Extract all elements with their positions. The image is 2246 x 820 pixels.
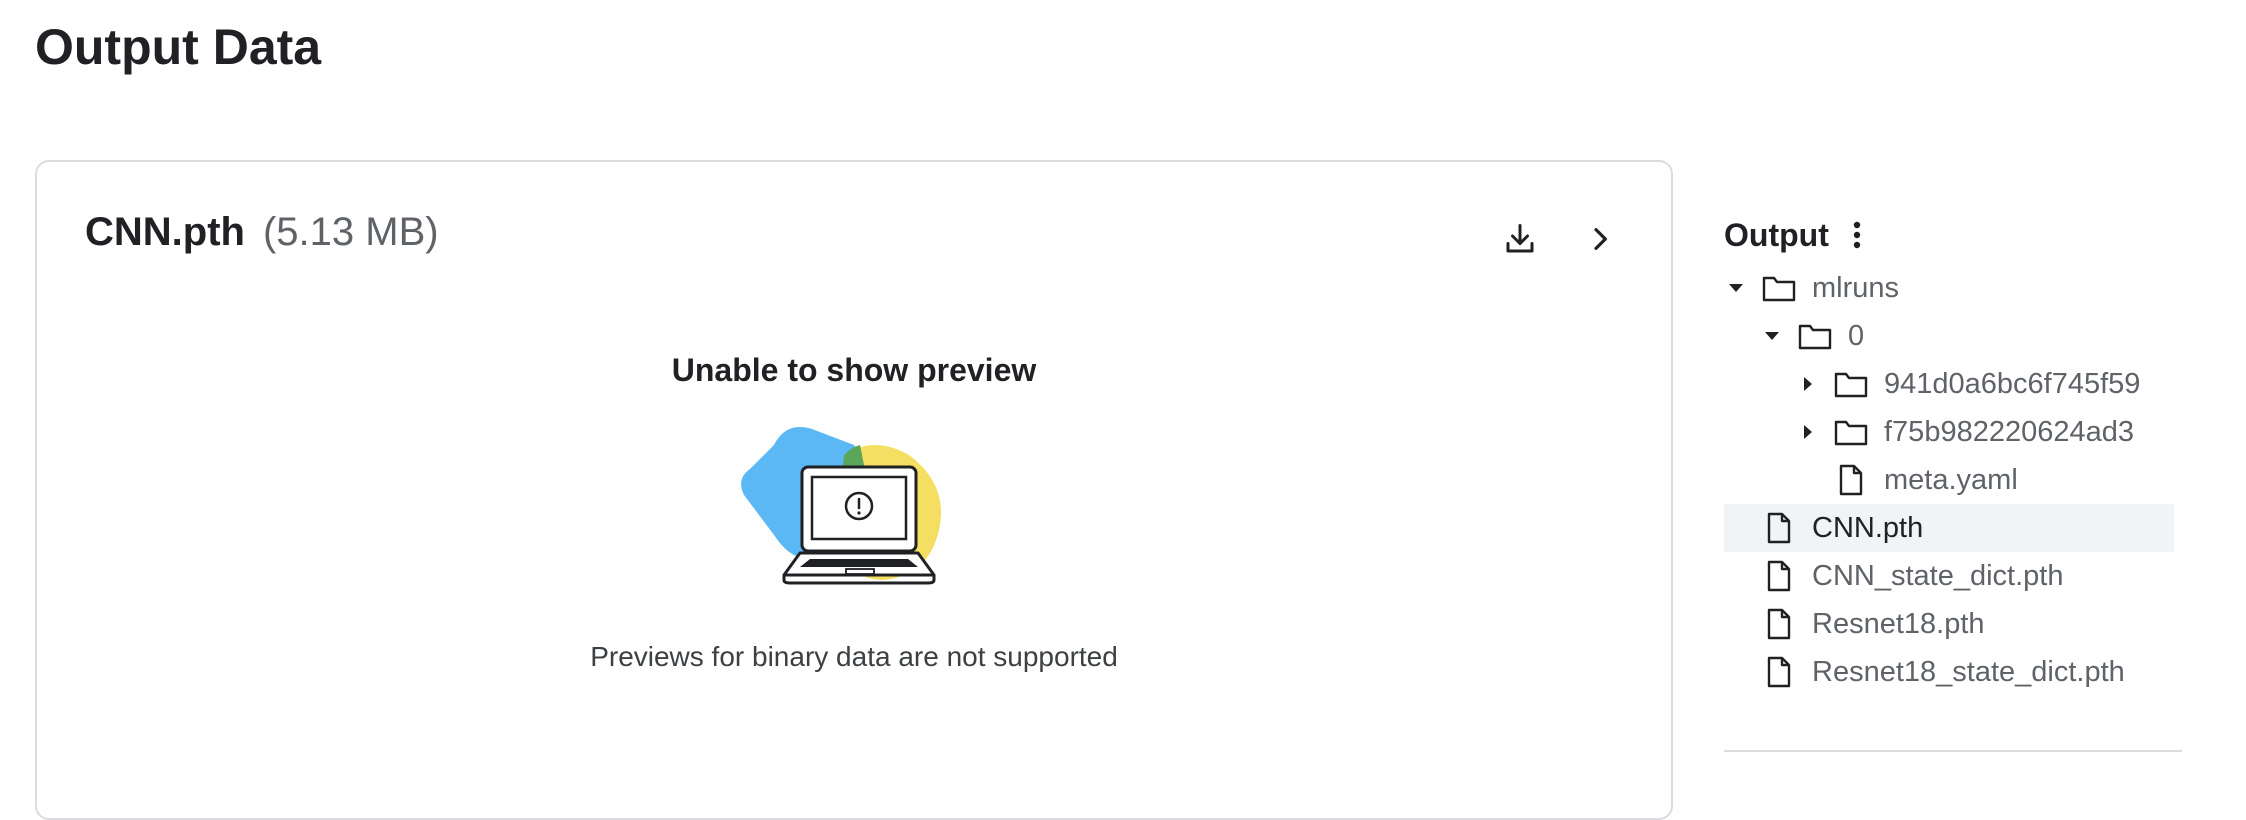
- file-icon: [1762, 511, 1796, 545]
- file-preview-card: CNN.pth (5.13 MB) Unable to show preview: [35, 160, 1673, 820]
- tree-folder-run-2[interactable]: f75b982220624ad3: [1724, 408, 2174, 456]
- folder-icon: [1834, 415, 1868, 449]
- download-icon: [1506, 224, 1534, 253]
- caret-down-icon[interactable]: [1724, 276, 1748, 300]
- file-icon: [1834, 463, 1868, 497]
- download-button[interactable]: [1495, 214, 1545, 264]
- tree-item-label: mlruns: [1812, 271, 1900, 304]
- tree-file-cnn-pth[interactable]: CNN.pth: [1724, 504, 2174, 552]
- folder-icon: [1798, 319, 1832, 353]
- tree-folder-run-1[interactable]: 941d0a6bc6f745f59: [1724, 360, 2174, 408]
- file-name: CNN.pth: [85, 210, 245, 254]
- expand-button[interactable]: [1575, 214, 1625, 264]
- file-size: (5.13 MB): [262, 210, 439, 254]
- folder-icon: [1762, 271, 1796, 305]
- chevron-right-icon: [1594, 228, 1607, 250]
- preview-message: Previews for binary data are not support…: [590, 641, 1118, 672]
- caret-right-icon[interactable]: [1796, 420, 1820, 444]
- tree-item-label: CNN_state_dict.pth: [1812, 559, 2064, 592]
- file-icon: [1762, 559, 1796, 593]
- tree-file-cnn-state-dict[interactable]: CNN_state_dict.pth: [1724, 552, 2174, 600]
- sidebar-title: Output: [1724, 216, 1829, 253]
- preview-area: Unable to show preview Previews for bina…: [37, 352, 1671, 673]
- caret-down-icon[interactable]: [1760, 324, 1784, 348]
- file-icon: [1762, 607, 1796, 641]
- file-header: CNN.pth (5.13 MB): [85, 210, 439, 255]
- preview-title: Unable to show preview: [671, 352, 1037, 388]
- laptop-warning-illustration: [741, 427, 941, 585]
- file-actions: [1495, 214, 1625, 264]
- tree-item-label: CNN.pth: [1812, 511, 1924, 544]
- caret-right-icon[interactable]: [1796, 372, 1820, 396]
- tree-item-label: Resnet18_state_dict.pth: [1812, 655, 2125, 688]
- tree-file-resnet18[interactable]: Resnet18.pth: [1724, 600, 2174, 648]
- tree-folder-mlruns[interactable]: mlruns: [1724, 264, 2174, 312]
- tree-item-label: Resnet18.pth: [1812, 607, 1985, 640]
- tree-folder-0[interactable]: 0: [1724, 312, 2174, 360]
- tree-file-meta-yaml[interactable]: meta.yaml: [1724, 456, 2174, 504]
- file-icon: [1762, 655, 1796, 689]
- more-options-button[interactable]: [1847, 218, 1867, 252]
- file-tree: mlruns 0 941d0a6bc6f745f59 f75b982220624…: [1724, 264, 2184, 696]
- tree-item-label: f75b982220624ad3: [1884, 415, 2134, 448]
- tree-item-label: 0: [1848, 319, 1865, 352]
- tree-item-label: meta.yaml: [1884, 463, 2018, 496]
- output-sidebar: Output mlruns 0 941d0a6bc6f745f59 f75b98…: [1724, 210, 2184, 696]
- folder-icon: [1834, 367, 1868, 401]
- tree-item-label: 941d0a6bc6f745f59: [1884, 367, 2141, 400]
- more-vert-icon: [1853, 221, 1861, 249]
- page-title: Output Data: [35, 19, 322, 75]
- tree-file-resnet18-state-dict[interactable]: Resnet18_state_dict.pth: [1724, 648, 2174, 696]
- sidebar-divider: [1724, 750, 2182, 752]
- sidebar-header: Output: [1724, 210, 2184, 260]
